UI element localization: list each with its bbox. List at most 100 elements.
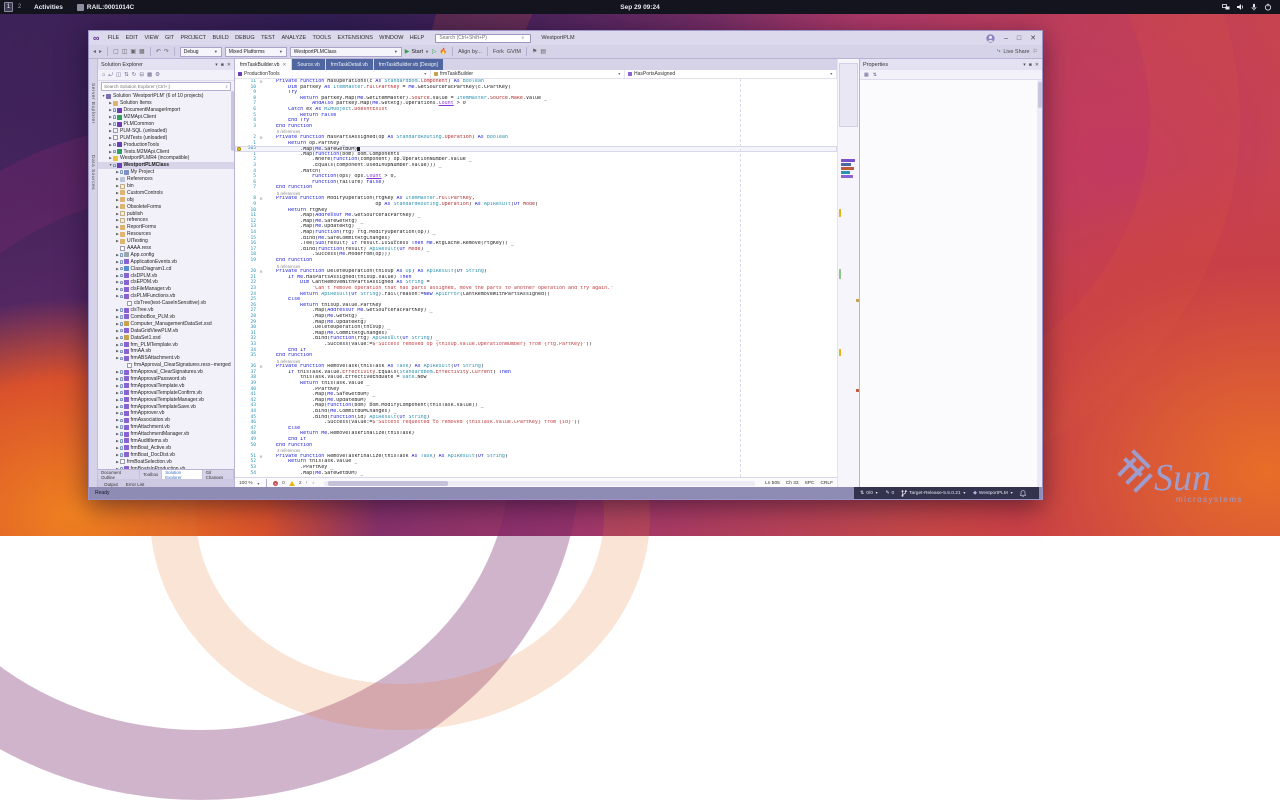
panel-tab-solution-explorer[interactable]: Solution Explorer: [162, 470, 202, 479]
vs-search-box[interactable]: ⌕: [435, 34, 531, 43]
document-tab[interactable]: frmTaskDetail.vb: [326, 59, 373, 70]
solution-explorer-search[interactable]: ⌕: [101, 82, 231, 91]
navigate-back-icon[interactable]: ◂: [93, 48, 96, 55]
panel-tab-toolbox[interactable]: Toolbox: [140, 470, 162, 479]
debug-config-dropdown[interactable]: Debug▼: [180, 47, 222, 57]
tree-item[interactable]: ▶PLMCommon: [98, 121, 234, 128]
vs-title-bar[interactable]: ∞ FILEEDITVIEWGITPROJECTBUILDDEBUGTESTAN…: [89, 31, 1042, 45]
tree-item[interactable]: ▶PLM-SQL (unloaded): [98, 127, 234, 134]
solution-scrollbar[interactable]: [231, 91, 234, 151]
tree-item[interactable]: ▶frmAuditItems.vb: [98, 438, 234, 445]
alphabetical-icon[interactable]: ⇅: [873, 72, 877, 78]
show-all-files-icon[interactable]: ▩: [147, 72, 152, 78]
search-input[interactable]: [439, 35, 519, 41]
tree-item[interactable]: ▶frmApprovalTemplate.vb: [98, 382, 234, 389]
menu-item-window[interactable]: WINDOW: [376, 35, 407, 41]
notifications-bell-icon[interactable]: [1020, 490, 1026, 497]
tree-item[interactable]: ▶frmAttachmentManager.vb: [98, 431, 234, 438]
properties-header[interactable]: Properties ▾ ■ ✕: [860, 59, 1042, 70]
tree-item[interactable]: ▶clsPLMFunctions.vb: [98, 293, 234, 300]
line-ending-indicator[interactable]: CRLF: [820, 481, 833, 486]
tree-item[interactable]: ▶Computer_ManagementDataSet.xsd: [98, 320, 234, 327]
tree-item[interactable]: ▶frmApprover.vb: [98, 410, 234, 417]
hot-reload-icon[interactable]: 🔥: [440, 48, 447, 55]
properties-scrollbar[interactable]: [1037, 80, 1042, 489]
document-tab[interactable]: frmTaskBuilder.vb [Design]: [374, 59, 443, 70]
close-icon[interactable]: ✕: [1035, 62, 1039, 68]
panel-tab-document-outline[interactable]: Document Outline: [98, 470, 140, 479]
menu-item-project[interactable]: PROJECT: [177, 35, 209, 41]
close-button[interactable]: ✕: [1030, 34, 1036, 42]
error-count[interactable]: 0: [282, 481, 285, 486]
vs-toolbar[interactable]: ◂ ▸ ▢ ◫ ▣ ▦ ↶ ↷ Debug▼ Mixed Platforms▼ …: [89, 45, 1042, 59]
workspace-switcher[interactable]: 1 2: [4, 2, 24, 12]
tree-item[interactable]: ▶ObsoleteForms: [98, 203, 234, 210]
tree-item[interactable]: clsTree(test-CaseInSensitive).vb: [98, 300, 234, 307]
next-issue-icon[interactable]: ↓: [312, 481, 314, 486]
tree-item[interactable]: ▶References: [98, 176, 234, 183]
properties-toolbar[interactable]: ▦ ⇅: [860, 70, 1042, 80]
code-line[interactable]: 7 End Function: [235, 185, 837, 191]
git-status-segment[interactable]: ⇅0/0▼ ✎0 Target-Release-5.5.0.21▼ ◆ West…: [854, 487, 1039, 499]
new-project-icon[interactable]: ▢: [113, 48, 119, 55]
tree-item[interactable]: ▶frmApprovalTemplateManager.vb: [98, 396, 234, 403]
tree-item[interactable]: ▶frmAttachment.vb: [98, 424, 234, 431]
undo-icon[interactable]: ↶: [156, 48, 161, 55]
close-tab-icon[interactable]: ✕: [282, 62, 286, 68]
solution-explorer-header[interactable]: Solution Explorer ▾ ■ ✕: [98, 59, 234, 70]
menu-item-build[interactable]: BUILD: [209, 35, 232, 41]
tree-item[interactable]: ▶frmApprovalPassword.vb: [98, 376, 234, 383]
code-line[interactable]: 35 End Function: [235, 353, 837, 359]
tree-item[interactable]: AAAA.resx: [98, 245, 234, 252]
tree-item[interactable]: ▶ClassDiagram1.cd: [98, 265, 234, 272]
zoom-level[interactable]: 100 %: [239, 481, 253, 486]
categorized-icon[interactable]: ▦: [864, 72, 869, 78]
open-file-icon[interactable]: ◫: [122, 48, 128, 55]
microphone-icon[interactable]: [1250, 3, 1258, 11]
sync-with-active-document-icon[interactable]: ⇅: [124, 72, 129, 78]
repository-picker[interactable]: ◆ WestportPLM▼: [973, 491, 1013, 496]
tree-item[interactable]: ▶ApplicationEvents.vb: [98, 258, 234, 265]
tree-item[interactable]: ▶clsEPDM.vb: [98, 279, 234, 286]
prev-issue-icon[interactable]: ↑: [306, 481, 308, 486]
menu-item-test[interactable]: TEST: [258, 35, 278, 41]
tree-item[interactable]: ▶Resources: [98, 231, 234, 238]
code-line[interactable]: 19 End Function: [235, 258, 837, 264]
align-by-menu[interactable]: Align by...: [458, 49, 482, 55]
home-icon[interactable]: ⌂: [102, 72, 105, 78]
tree-item[interactable]: ▶frmBoatSelection.vb: [98, 458, 234, 465]
menu-item-analyze[interactable]: ANALYZE: [278, 35, 309, 41]
panel-tab-git-changes[interactable]: Git Changes: [203, 470, 234, 479]
panel-tab-output[interactable]: Output: [104, 482, 118, 487]
start-debug-button[interactable]: ▶Start▼: [405, 48, 429, 55]
tab-server-explorer[interactable]: Server Explorer: [90, 83, 95, 124]
tree-item[interactable]: ▶ProductionTools: [98, 141, 234, 148]
tree-item[interactable]: ▶PLMTests (unloaded): [98, 134, 234, 141]
workspace-1[interactable]: 1: [4, 2, 13, 12]
tree-item[interactable]: ▶My Project: [98, 169, 234, 176]
menu-item-file[interactable]: FILE: [104, 35, 122, 41]
pane-dropdown-icon[interactable]: ▾: [1023, 62, 1026, 68]
menu-item-extensions[interactable]: EXTENSIONS: [334, 35, 376, 41]
tree-item[interactable]: ▶clsTree.vb: [98, 307, 234, 314]
solution-search-input[interactable]: [104, 84, 225, 89]
redo-icon[interactable]: ↷: [164, 48, 169, 55]
tree-item[interactable]: ▶frmApprovalTemplateSave.vb: [98, 403, 234, 410]
live-share-button[interactable]: Live Share: [1003, 49, 1029, 55]
menu-item-tools[interactable]: TOOLS: [309, 35, 334, 41]
workspace-2[interactable]: 2: [15, 2, 24, 12]
tree-item[interactable]: ▶publish: [98, 210, 234, 217]
power-icon[interactable]: [1264, 3, 1272, 11]
code-line[interactable]: 3 End Function: [235, 124, 837, 130]
close-icon[interactable]: ✕: [227, 62, 231, 68]
gvim-button[interactable]: GVIM: [507, 49, 521, 55]
account-avatar[interactable]: [986, 34, 995, 43]
tree-item[interactable]: ▶UITesting: [98, 238, 234, 245]
navigate-forward-icon[interactable]: ▸: [99, 48, 102, 55]
tree-item[interactable]: ▶frmBoat_Active.vb: [98, 444, 234, 451]
tree-item[interactable]: ▶Solution Items: [98, 100, 234, 107]
comment-icon[interactable]: ▤: [540, 48, 546, 55]
type-dropdown[interactable]: frmTaskBuilder▼: [431, 70, 625, 78]
tree-item[interactable]: ▶DataSet1.xsd: [98, 334, 234, 341]
bookmark-icon[interactable]: ⚑: [532, 48, 537, 55]
